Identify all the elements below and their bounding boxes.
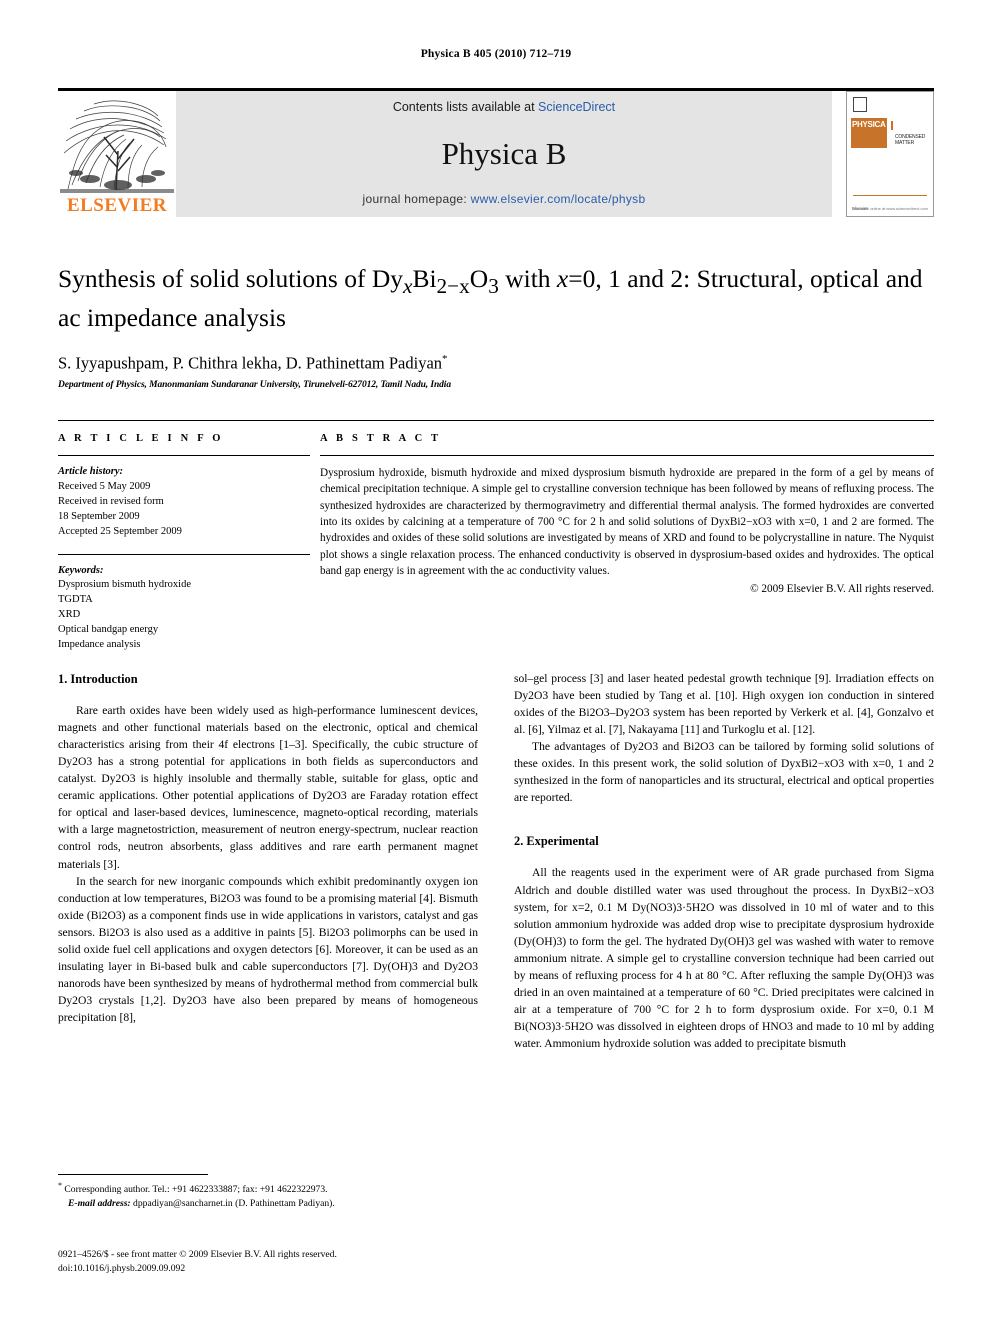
intro-paragraph-1: Rare earth oxides have been widely used … xyxy=(58,704,478,871)
abstract-text: Dysprosium hydroxide, bismuth hydroxide … xyxy=(320,467,934,578)
body-columns: 1. Introduction Rare earth oxides have b… xyxy=(58,670,934,1052)
keyword-item: Optical bandgap energy xyxy=(58,624,159,636)
elsevier-wordmark: ELSEVIER xyxy=(66,195,168,216)
history-revised-date: 18 September 2009 xyxy=(58,510,140,522)
intro-paragraph-4: The advantages of Dy2O3 and Bi2O3 can be… xyxy=(514,740,934,805)
imprint-block: 0921–4526/$ - see front matter © 2009 El… xyxy=(58,1248,488,1276)
section-heading-introduction: 1. Introduction xyxy=(58,672,138,686)
cover-bar-mark xyxy=(891,121,893,130)
keyword-item: Impedance analysis xyxy=(58,639,141,651)
history-received: Received 5 May 2009 xyxy=(58,480,151,492)
contents-available-line: Contents lists available at ScienceDirec… xyxy=(393,100,615,114)
article-info-heading: A R T I C L E I N F O xyxy=(58,433,224,444)
article-info-column: A R T I C L E I N F O Article history: R… xyxy=(58,433,310,653)
title-segment-2: Bi xyxy=(412,264,437,293)
title-segment-3: O xyxy=(469,264,489,293)
running-head: Physica B 405 (2010) 712–719 xyxy=(420,48,572,60)
title-subscript-2x: 2−x xyxy=(436,274,470,299)
corresponding-author-note: * Corresponding author. Tel.: +91 462233… xyxy=(58,1180,478,1197)
doi-line[interactable]: doi:10.1016/j.physb.2009.09.092 xyxy=(58,1262,488,1276)
cover-logo-icon xyxy=(853,97,867,112)
journal-title: Physica B xyxy=(441,135,567,171)
journal-cover-thumbnail: PHYSICA CONDENSED MATTER Elsevier availa… xyxy=(846,91,934,217)
author-names: S. Iyyapushpam, P. Chithra lekha, D. Pat… xyxy=(58,353,443,373)
history-accepted: Accepted 25 September 2009 xyxy=(58,525,182,537)
keywords-block: Keywords: Dysprosium bismuth hydroxide T… xyxy=(58,553,310,653)
journal-masthead: ELSEVIER Contents lists available at Sci… xyxy=(58,88,934,217)
title-block: Synthesis of solid solutions of Dy x Bi2−x… xyxy=(58,262,934,390)
footnote-marker: * xyxy=(58,1181,62,1190)
author-list: S. Iyyapushpam, P. Chithra lekha, D. Pat… xyxy=(58,353,934,374)
article-history-label: Article history: xyxy=(58,466,124,477)
journal-band: Contents lists available at ScienceDirec… xyxy=(176,91,832,217)
contents-prefix: Contents lists available at xyxy=(392,100,539,114)
cover-footer-right: available online at www.sciencedirect.co… xyxy=(853,206,928,211)
keywords-label: Keywords: xyxy=(58,564,104,576)
email-address[interactable]: dppadiyan@sancharnet.in (D. Pathinettam … xyxy=(133,1198,335,1209)
cover-brand-text: PHYSICA xyxy=(852,120,886,129)
section-heading-experimental: 2. Experimental xyxy=(514,834,599,849)
article-history: Article history: Received 5 May 2009 Rec… xyxy=(58,465,310,540)
homepage-prefix: journal homepage: xyxy=(362,192,471,206)
history-revised-form: Received in revised form xyxy=(58,495,164,507)
email-note: E-mail address: dppadiyan@sancharnet.in … xyxy=(58,1197,478,1211)
abstract-column: A B S T R A C T Dysprosium hydroxide, bi… xyxy=(320,433,934,653)
sciencedirect-link[interactable]: ScienceDirect xyxy=(538,100,615,114)
issn-copyright-line: 0921–4526/$ - see front matter © 2009 El… xyxy=(58,1249,337,1260)
body-column-right: sol–gel process [3] and laser heated ped… xyxy=(514,670,934,1052)
title-segment-1: Synthesis of solid solutions of Dy xyxy=(58,264,403,293)
cover-divider xyxy=(853,195,927,196)
intro-paragraph-3: sol–gel process [3] and laser heated ped… xyxy=(514,672,934,737)
title-segment-4: with xyxy=(498,264,557,293)
footnote-block: * Corresponding author. Tel.: +91 462233… xyxy=(58,1180,478,1211)
keyword-item: XRD xyxy=(58,609,81,621)
cover-subtitle: CONDENSED MATTER xyxy=(895,134,926,146)
corresponding-author-marker: * xyxy=(442,352,448,365)
article-info-divider xyxy=(58,455,310,456)
keyword-item: TGDTA xyxy=(58,594,93,606)
abstract-divider xyxy=(320,455,934,456)
footnote-divider xyxy=(58,1174,208,1175)
page-title: Synthesis of solid solutions of Dy x Bi2−x… xyxy=(58,262,934,334)
body-column-left: 1. Introduction Rare earth oxides have b… xyxy=(58,670,478,1052)
corresponding-author-text: Corresponding author. Tel.: +91 46223338… xyxy=(64,1184,328,1196)
intro-paragraph-2: In the search for new inorganic compound… xyxy=(58,874,478,1024)
experimental-paragraph-1: All the reagents used in the experiment … xyxy=(514,866,934,1050)
elsevier-logo: ELSEVIER xyxy=(58,91,176,217)
affiliation: Department of Physics, Manonmaniam Sunda… xyxy=(58,380,451,391)
abstract-heading: A B S T R A C T xyxy=(320,433,442,444)
keywords-divider xyxy=(58,553,310,555)
abstract-copyright: © 2009 Elsevier B.V. All rights reserved… xyxy=(750,583,934,596)
keyword-item: Dysprosium bismuth hydroxide xyxy=(58,579,191,591)
journal-homepage-line: journal homepage: www.elsevier.com/locat… xyxy=(363,192,646,206)
title-subscript-3: 3 xyxy=(488,274,499,299)
email-label: E-mail address: xyxy=(68,1198,131,1210)
info-abstract-region: A R T I C L E I N F O Article history: R… xyxy=(58,420,934,653)
elsevier-tree-icon xyxy=(60,93,174,193)
journal-homepage-link[interactable]: www.elsevier.com/locate/physb xyxy=(471,192,646,206)
title-italic-x: x xyxy=(556,264,569,293)
paper-page: Physica B 405 (2010) 712–719 ELSEVIER Co… xyxy=(0,0,992,1323)
